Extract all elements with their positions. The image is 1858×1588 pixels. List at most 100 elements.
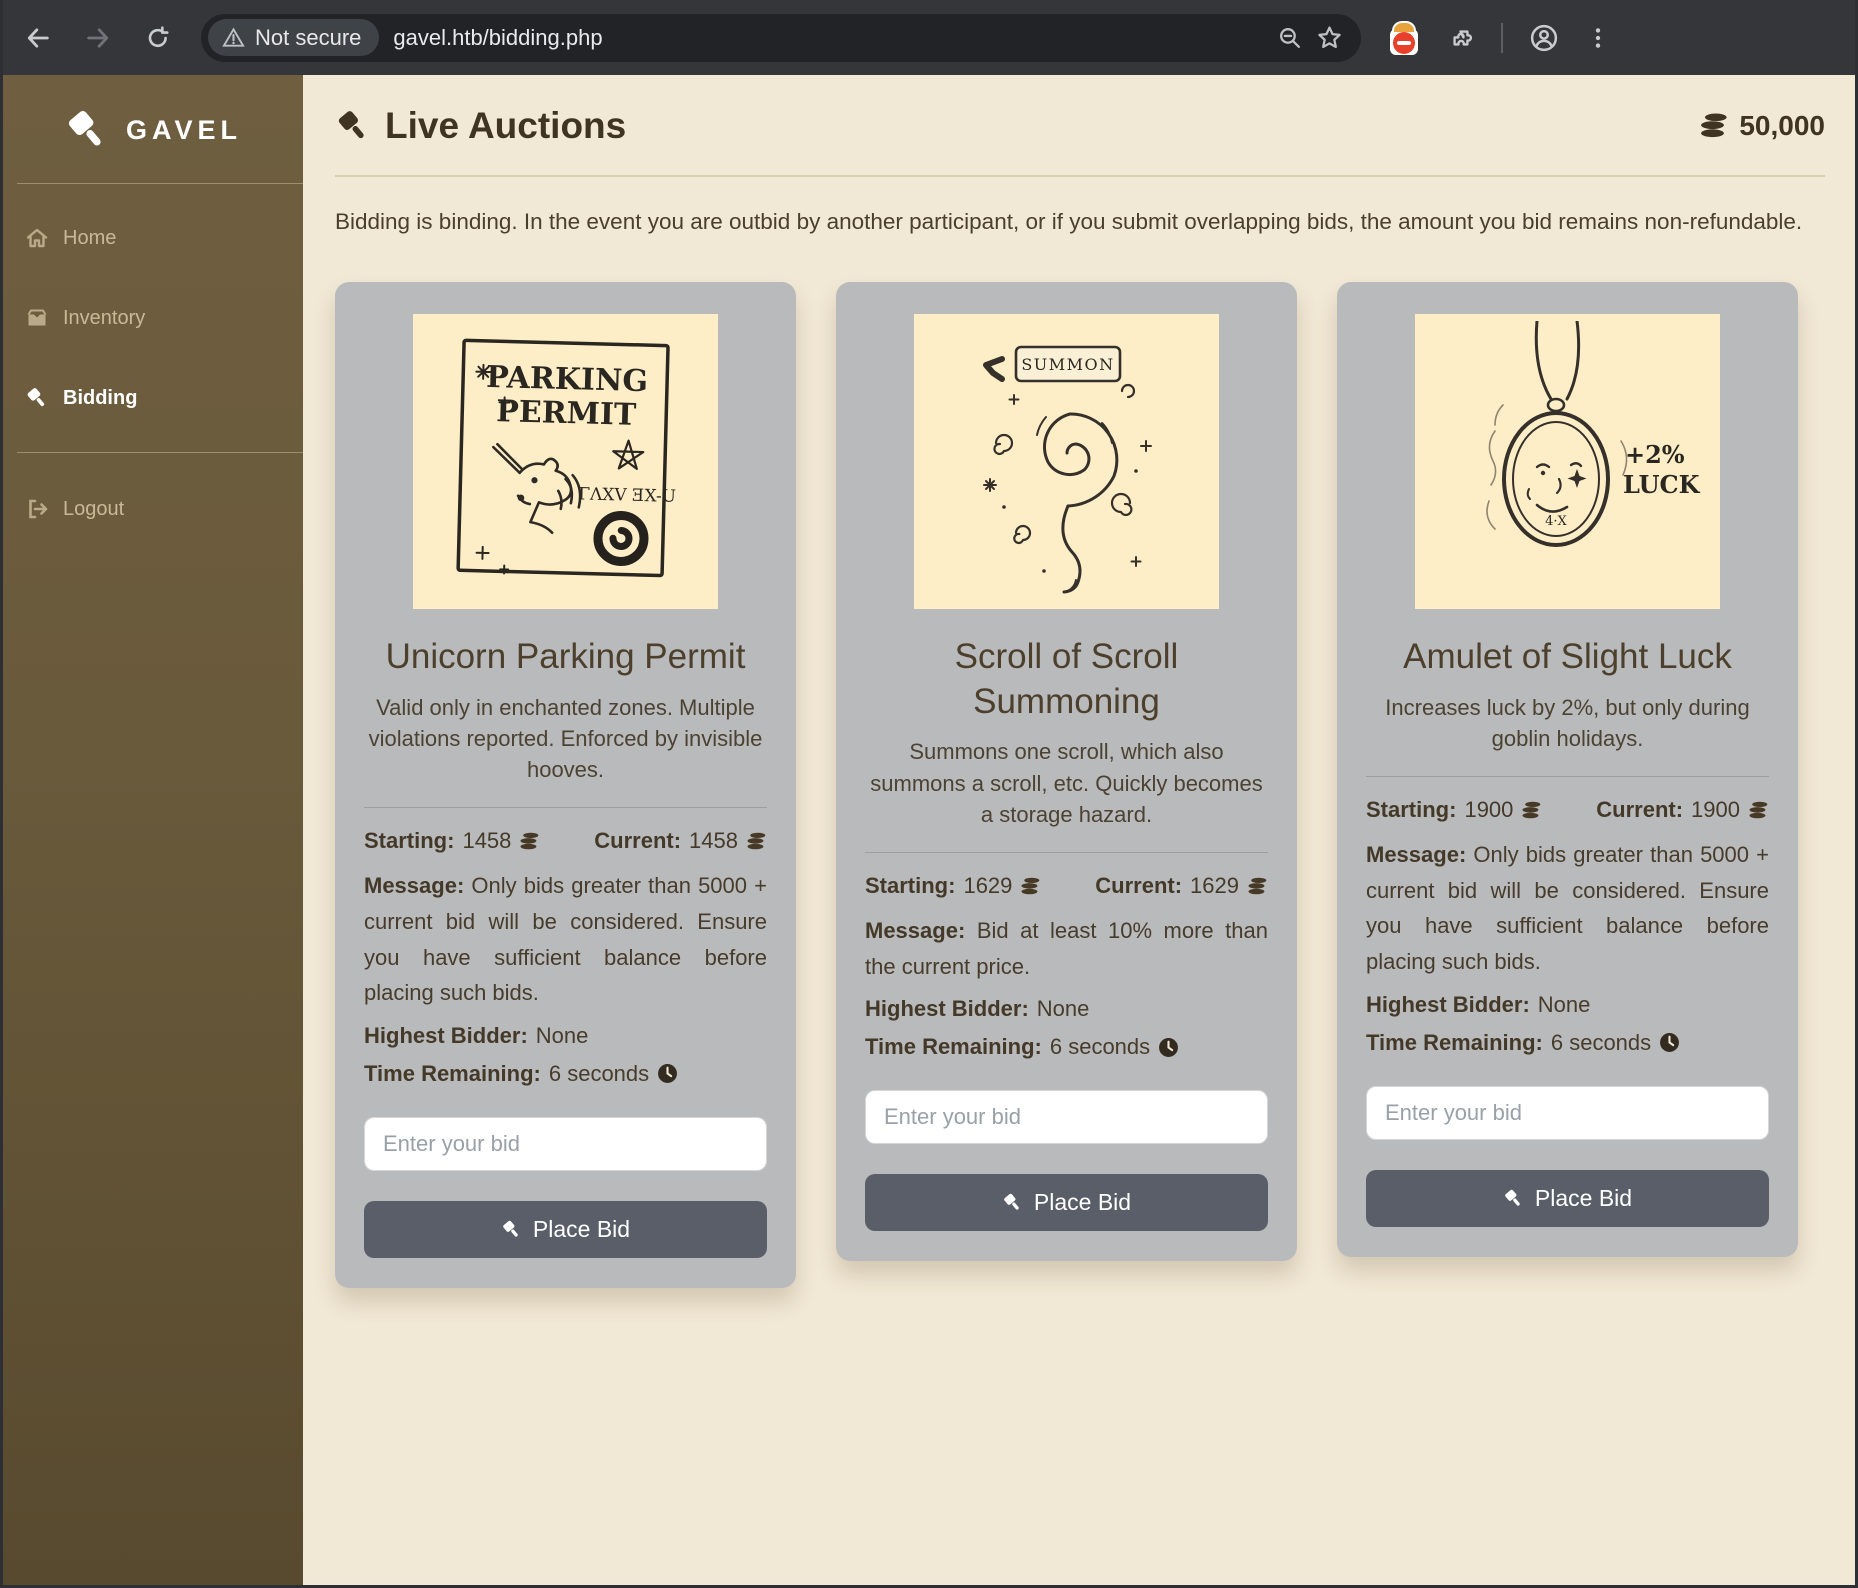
sidebar-item-label: Home — [63, 227, 116, 250]
header-rule — [335, 175, 1825, 177]
auction-card-scroll-of-scroll-summoning: SUMMON — [836, 282, 1297, 1262]
auction-description: Valid only in enchanted zones. Multiple … — [364, 692, 767, 786]
highest-bidder-row: Highest Bidder: None — [364, 1023, 767, 1049]
browser-toolbar: Not secure gavel.htb/bidding.php — [3, 0, 1855, 75]
auction-title: Scroll of Scroll Summoning — [865, 635, 1268, 725]
current-value: 1629 — [1190, 873, 1239, 899]
auction-card-row: PARKING PERMIT — [335, 282, 1825, 1288]
starting-value: 1629 — [963, 873, 1012, 899]
auction-card-unicorn-parking-permit: PARKING PERMIT — [335, 282, 796, 1288]
sidebar: GAVEL Home Inventory Bidding — [3, 75, 303, 1585]
auction-message: Message: Bid at least 10% more than the … — [865, 913, 1268, 984]
bid-input[interactable] — [865, 1090, 1268, 1144]
clock-icon — [1158, 1037, 1179, 1058]
bid-input[interactable] — [1366, 1086, 1769, 1140]
auction-description: Increases luck by 2%, but only during go… — [1366, 692, 1769, 754]
price-row: Starting:1900 Current:1900 — [1366, 797, 1769, 823]
adblock-minus — [1397, 41, 1411, 45]
current-label: Current: — [1095, 873, 1182, 899]
clock-icon — [657, 1063, 678, 1084]
security-label: Not secure — [255, 25, 361, 51]
highest-bidder-row: Highest Bidder: None — [865, 996, 1268, 1022]
sidebar-item-label: Bidding — [63, 387, 137, 410]
gavel-logo-icon — [64, 107, 110, 153]
auction-message: Message: Only bids greater than 5000 + c… — [1366, 837, 1769, 980]
current-value: 1458 — [689, 828, 738, 854]
brand: GAVEL — [3, 107, 303, 153]
zoom-out-icon[interactable] — [1277, 25, 1302, 50]
clock-icon — [1659, 1032, 1680, 1053]
starting-label: Starting: — [865, 873, 955, 899]
coins-icon — [1699, 111, 1729, 141]
gavel-icon — [1002, 1192, 1023, 1213]
sidebar-item-bidding[interactable]: Bidding — [3, 372, 303, 424]
auction-image-parking-permit: PARKING PERMIT — [413, 314, 718, 609]
address-bar[interactable]: Not secure gavel.htb/bidding.php — [201, 14, 1361, 62]
reload-icon[interactable] — [141, 21, 175, 55]
current-value: 1900 — [1691, 797, 1740, 823]
card-divider — [364, 807, 767, 808]
auction-title: Unicorn Parking Permit — [364, 635, 767, 680]
current-label: Current: — [1596, 797, 1683, 823]
inventory-box-icon — [25, 306, 49, 330]
url-text[interactable]: gavel.htb/bidding.php — [393, 25, 1263, 51]
svg-text:4·X: 4·X — [1545, 514, 1567, 529]
auction-image-scroll: SUMMON — [914, 314, 1219, 609]
sidebar-item-inventory[interactable]: Inventory — [3, 292, 303, 344]
warning-icon — [222, 26, 245, 49]
svg-text:PERMIT: PERMIT — [496, 395, 637, 434]
card-divider — [1366, 776, 1769, 777]
coins-icon — [519, 831, 540, 852]
time-remaining-row: Time Remaining: 6 seconds — [364, 1061, 767, 1087]
sidebar-item-home[interactable]: Home — [3, 212, 303, 264]
profile-avatar-icon[interactable] — [1529, 23, 1559, 53]
auction-image-amulet: 4·X +2% LUCK — [1415, 314, 1720, 609]
page-title: Live Auctions — [385, 105, 626, 147]
coins-icon — [1748, 800, 1769, 821]
coins-icon — [1521, 800, 1542, 821]
auction-message: Message: Only bids greater than 5000 + c… — [364, 868, 767, 1011]
highest-bidder-row: Highest Bidder: None — [1366, 992, 1769, 1018]
toolbar-divider — [1501, 23, 1503, 53]
bookmark-star-icon[interactable] — [1316, 24, 1343, 51]
gavel-icon — [1503, 1188, 1524, 1209]
browser-window: Not secure gavel.htb/bidding.php GAVEL — [0, 0, 1858, 1588]
extensions-puzzle-icon[interactable] — [1447, 24, 1475, 52]
gavel-title-icon — [335, 108, 371, 144]
starting-label: Starting: — [364, 828, 454, 854]
coins-icon — [746, 831, 767, 852]
svg-text:ΓΛXV ƎX-U: ΓΛXV ƎX-U — [578, 485, 676, 508]
brand-name: GAVEL — [126, 115, 242, 146]
coin-balance: 50,000 — [1699, 110, 1825, 142]
time-remaining-row: Time Remaining: 6 seconds — [1366, 1030, 1769, 1056]
sidebar-divider-bottom — [17, 452, 303, 453]
not-secure-chip[interactable]: Not secure — [208, 19, 379, 56]
svg-text:SUMMON: SUMMON — [1021, 355, 1114, 374]
forward-icon[interactable] — [81, 21, 115, 55]
logout-icon — [25, 497, 49, 521]
svg-text:PARKING: PARKING — [486, 360, 649, 399]
gavel-icon — [25, 386, 49, 410]
bid-input[interactable] — [364, 1117, 767, 1171]
time-remaining-row: Time Remaining: 6 seconds — [865, 1034, 1268, 1060]
current-label: Current: — [594, 828, 681, 854]
place-bid-button[interactable]: Place Bid — [364, 1201, 767, 1258]
starting-value: 1458 — [462, 828, 511, 854]
starting-label: Starting: — [1366, 797, 1456, 823]
menu-kebab-icon[interactable] — [1585, 25, 1611, 51]
sidebar-item-logout[interactable]: Logout — [3, 483, 303, 535]
place-bid-button[interactable]: Place Bid — [1366, 1170, 1769, 1227]
place-bid-button[interactable]: Place Bid — [865, 1174, 1268, 1231]
home-icon — [25, 226, 49, 250]
auction-card-amulet-of-slight-luck: 4·X +2% LUCK — [1337, 282, 1798, 1257]
balance-value: 50,000 — [1739, 110, 1825, 142]
adblock-extension-icon[interactable] — [1387, 21, 1421, 55]
card-divider — [865, 852, 1268, 853]
place-bid-label: Place Bid — [533, 1216, 630, 1243]
svg-text:+2%: +2% — [1625, 440, 1685, 469]
main-content: Live Auctions 50,000 Bidding is binding.… — [303, 75, 1855, 1585]
sidebar-divider-top — [17, 183, 303, 184]
back-icon[interactable] — [21, 21, 55, 55]
page-header: Live Auctions 50,000 — [335, 105, 1825, 147]
bidding-notice: Bidding is binding. In the event you are… — [335, 205, 1825, 240]
